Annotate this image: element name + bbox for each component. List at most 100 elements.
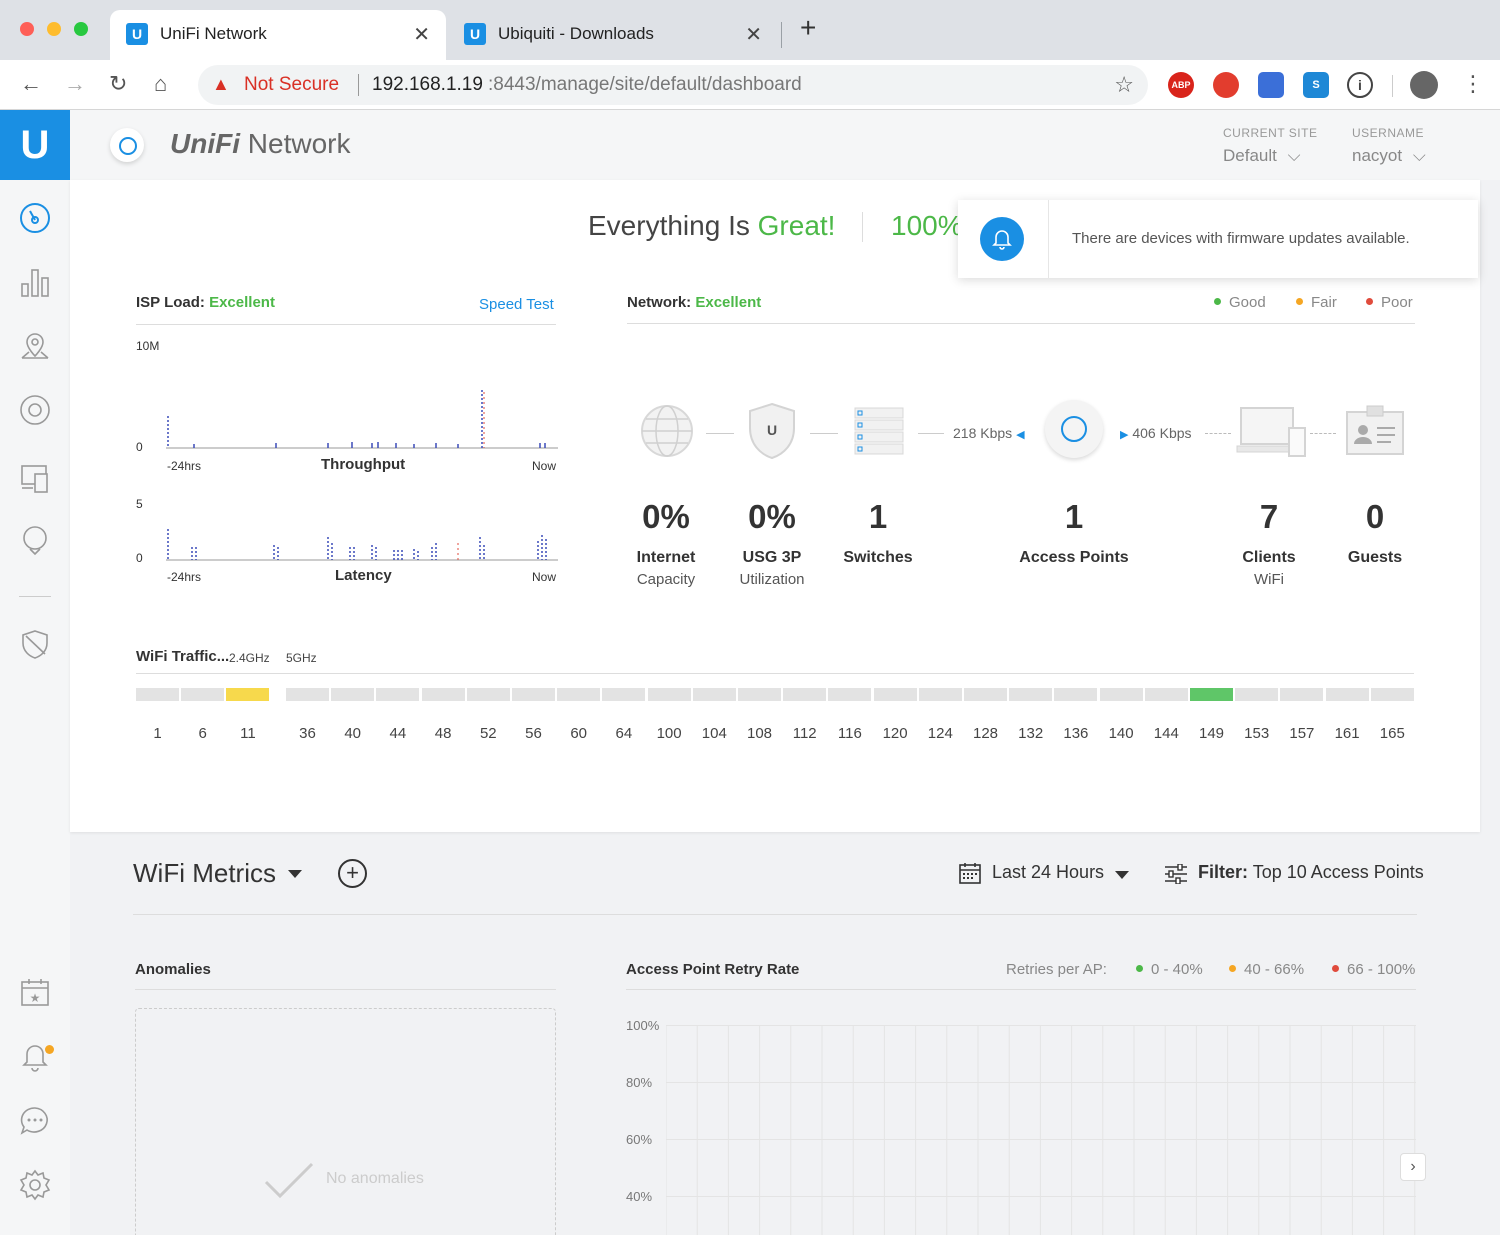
browser-tab-downloads[interactable]: U Ubiquiti - Downloads ✕ [448,10,778,60]
ext-lighthouse-icon[interactable] [1258,72,1284,98]
clients-laptop-icon[interactable] [1235,406,1307,460]
chat-icon[interactable] [19,1105,51,1137]
network-status-headline: Everything Is Great! [588,210,836,241]
add-widget-button[interactable]: + [338,859,367,888]
devices-icon[interactable] [19,394,51,426]
switch-stack-icon[interactable] [853,406,905,460]
throughput-label: Throughput [321,456,406,473]
no-anomalies-text: No anomalies [326,1170,424,1187]
close-tab-icon[interactable]: ✕ [745,22,762,47]
throughput-start-label: -24hrs [167,459,202,473]
channel-bar-5-112 [783,688,827,701]
clients-icon[interactable] [19,462,51,494]
notification-separator [1048,200,1049,278]
channel-bar-5-104 [692,688,736,701]
minimize-window-button[interactable] [47,22,61,36]
shield-icon[interactable] [19,628,51,660]
metrics-dropdown-caret-icon[interactable] [288,870,302,878]
settings-gear-icon[interactable] [19,1169,51,1201]
time-range-caret-icon[interactable] [1115,871,1129,879]
channel-bar-5-128 [964,688,1007,701]
close-window-button[interactable] [20,22,34,36]
firmware-update-notification[interactable]: There are devices with firmware updates … [958,200,1478,278]
channel-label: 149 [1198,725,1225,742]
channel-bar-5-140 [1099,688,1143,701]
url-host: 192.168.1.19 [372,74,483,95]
latency-max-label: 5 [136,497,143,511]
channel-bar-5-108 [738,688,781,701]
home-icon[interactable]: ⌂ [154,70,167,98]
ext-s-icon[interactable]: S [1303,72,1329,98]
access-point-filter[interactable]: Filter: Top 10 Access Points [1198,862,1424,883]
ubiquiti-favicon-icon: U [464,23,486,45]
browser-menu-icon[interactable]: ⋮ [1462,70,1484,98]
throughput-max-label: 10M [136,339,160,353]
band-24ghz-label: 2.4GHz [229,651,270,665]
channel-label: 36 [299,725,316,742]
internet-globe-icon[interactable] [640,404,694,458]
topology-link [810,433,838,434]
profile-avatar[interactable] [1410,71,1438,99]
channel-bar-5-157 [1280,688,1324,701]
retry-legend-high: 66 - 100% [1332,961,1415,978]
guests-label: Guests [1347,549,1403,566]
reload-icon[interactable]: ↻ [109,70,127,98]
current-site-label: CURRENT SITE [1223,126,1318,140]
statistics-icon[interactable] [19,266,51,298]
wifi-metrics-divider [133,914,1417,915]
bookmark-star-icon[interactable]: ☆ [1114,72,1134,98]
wifi-traffic-divider [136,673,1414,674]
current-site-dropdown[interactable]: Default ⌵ [1223,146,1301,166]
guest-badge-icon[interactable] [1345,404,1405,458]
username-dropdown[interactable]: nacyot ⌵ [1352,146,1426,166]
events-calendar-icon[interactable]: ★ [19,976,51,1008]
browser-toolbar: ← → ↻ ⌂ ▲ Not Secure 192.168.1.19 :8443/… [0,60,1500,110]
forward-arrow-icon[interactable]: → [64,70,86,98]
y-tick-label: 40% [626,1189,653,1204]
speed-test-link[interactable]: Speed Test [479,296,554,313]
new-tab-button[interactable]: + [800,14,816,42]
address-bar[interactable]: ▲ Not Secure 192.168.1.19 :8443/manage/s… [198,65,1148,105]
channel-label: 128 [972,725,999,742]
zoom-window-button[interactable] [74,22,88,36]
notification-text: There are devices with firmware updates … [1072,230,1410,247]
tab-title: Ubiquiti - Downloads [498,24,654,43]
wifi-metrics-title[interactable]: WiFi Metrics [133,858,276,889]
unifi-brand-logo[interactable]: U [0,110,70,180]
topology-wireless-link [1310,433,1336,434]
ext-red-icon[interactable] [1213,72,1239,98]
channel-bar-5-161 [1325,688,1369,701]
channel-bar-5-60 [557,688,601,701]
map-icon[interactable] [19,330,51,362]
channel-label: 112 [792,725,817,742]
dashboard-icon[interactable] [19,202,51,234]
adblock-plus-icon[interactable]: ABP [1168,72,1194,98]
alert-badge [45,1045,54,1054]
ext-info-icon[interactable]: i [1347,72,1373,98]
filter-sliders-icon[interactable] [1164,864,1188,884]
uplink-rate: ▶ 406 Kbps [1120,425,1192,441]
time-range-dropdown[interactable]: Last 24 Hours [992,862,1104,883]
channel-bar-24-1 [136,688,179,701]
browser-tab-unifi[interactable]: U UniFi Network ✕ [110,10,446,60]
channel-bar-5-132 [1009,688,1053,701]
channel-bar-5-48 [421,688,465,701]
unifi-network-logo-icon [110,128,144,162]
gateway-shield-icon[interactable]: U [746,402,798,460]
insights-icon[interactable] [19,524,51,556]
channel-bar-5-52 [466,688,510,701]
channel-label: 132 [1018,725,1044,742]
app-header: UniFi Network CURRENT SITE Default ⌵ USE… [70,110,1500,180]
svg-text:U: U [767,422,777,438]
access-point-icon[interactable] [1045,400,1103,458]
close-tab-icon[interactable]: ✕ [413,22,430,47]
back-arrow-icon[interactable]: ← [20,70,42,98]
security-indicator[interactable]: Not Secure [244,74,339,96]
channel-bar-5-149 [1190,688,1233,701]
url-separator [358,74,359,96]
channel-label: 100 [656,725,682,742]
channel-label: 104 [701,725,727,742]
chevron-right-icon[interactable]: › [1400,1153,1426,1181]
channel-bar-5-120 [873,688,917,701]
calendar-icon[interactable] [959,862,981,884]
